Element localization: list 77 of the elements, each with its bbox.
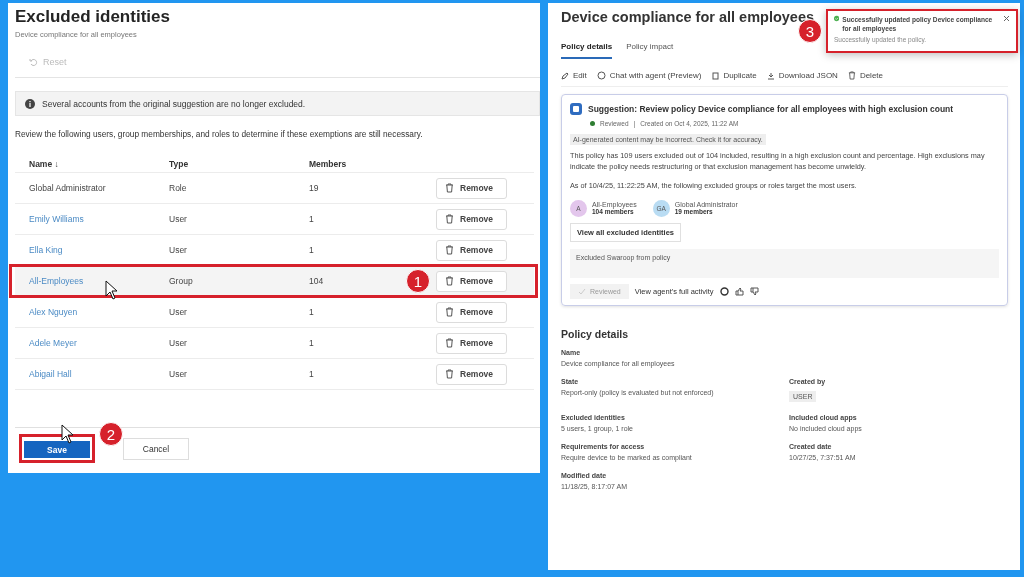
success-check-icon — [834, 15, 840, 22]
name-link[interactable]: Abigail Hall — [29, 369, 72, 379]
type-cell: User — [169, 369, 187, 379]
step-badge: 1 — [406, 269, 430, 293]
trash-icon — [445, 338, 454, 348]
remove-button[interactable]: Remove — [436, 208, 507, 230]
mouse-pointer-icon — [61, 424, 75, 444]
info-icon — [25, 98, 35, 109]
toolbar-button[interactable]: Chat with agent (Preview) — [596, 71, 702, 80]
info-message: Several accounts from the original suggestion are no longer excluded. — [42, 98, 306, 109]
type-cell: User — [169, 307, 187, 317]
suggestion-title: Suggestion: Review policy Device compliance for all employees with high exclusion count — [588, 104, 954, 114]
column-header: Members — [309, 159, 347, 169]
cancel-button[interactable]: Cancel — [123, 437, 189, 460]
trash-icon — [445, 307, 454, 317]
name-link[interactable]: Emily Williams — [29, 214, 84, 224]
remove-button[interactable]: Remove — [436, 363, 507, 385]
step-badge: 2 — [99, 422, 123, 446]
table-row[interactable]: Global Administrator Role 19 Remove — [15, 173, 534, 204]
agent-icon — [570, 103, 582, 115]
members-cell: 1 — [309, 369, 314, 379]
name-link[interactable]: Adele Meyer — [29, 338, 77, 348]
remove-button[interactable]: Remove — [436, 332, 507, 354]
close-icon[interactable] — [1003, 15, 1010, 22]
members-cell: 19 — [309, 183, 319, 193]
name-link[interactable]: All-Employees — [29, 276, 84, 286]
trash-icon — [445, 214, 454, 224]
type-cell: User — [169, 338, 187, 348]
toolbar-button[interactable]: Duplicate — [711, 71, 757, 80]
chat-icon — [596, 71, 606, 80]
trash-icon — [445, 276, 454, 286]
tab[interactable]: Policy impact — [626, 42, 674, 59]
name-link[interactable]: Alex Nguyen — [29, 307, 78, 317]
check-icon — [578, 287, 586, 295]
trash-icon — [445, 183, 454, 193]
panel-title: Excluded identities — [15, 7, 171, 27]
thumbs-down-icon[interactable] — [749, 286, 759, 296]
thumbs-up-icon[interactable] — [734, 286, 744, 296]
copy-icon — [711, 71, 720, 80]
type-cell: User — [169, 214, 187, 224]
column-header[interactable]: Name ↓ — [29, 159, 59, 169]
trash-icon — [847, 71, 856, 80]
table-row[interactable]: Ella King User 1 Remove — [15, 235, 534, 266]
instructions-text: Review the following users, group memberships, and roles to determine if these exemptions are still necessary. — [15, 129, 424, 139]
remove-button[interactable]: Remove — [436, 239, 507, 261]
table-row[interactable]: Emily Williams User 1 Remove — [15, 204, 534, 235]
members-cell: 1 — [309, 245, 314, 255]
toolbar-button[interactable]: Edit — [561, 71, 587, 80]
toolbar-button[interactable]: Delete — [847, 71, 883, 80]
trash-icon — [445, 245, 454, 255]
status-dot — [590, 121, 595, 126]
name-link[interactable]: Ella King — [29, 245, 63, 255]
remove-button[interactable]: Remove — [436, 301, 507, 323]
type-cell: Group — [169, 276, 193, 286]
undo-icon — [29, 57, 38, 67]
table-row[interactable]: Adele Meyer User 1 Remove — [15, 328, 534, 359]
members-cell: 1 — [309, 214, 314, 224]
name-cell: Global Administrator — [29, 183, 106, 193]
section-heading: Policy details — [561, 327, 630, 340]
type-cell: Role — [169, 183, 187, 193]
type-cell: User — [169, 245, 187, 255]
activity-icon[interactable] — [719, 286, 729, 296]
trash-icon — [445, 369, 454, 379]
members-cell: 1 — [309, 338, 314, 348]
remove-button[interactable]: Remove — [436, 270, 507, 292]
tab[interactable]: Policy details — [561, 42, 613, 59]
members-cell: 1 — [309, 307, 314, 317]
save-button[interactable]: Save — [24, 441, 90, 459]
table-row[interactable]: Abigail Hall User 1 Remove — [15, 359, 534, 390]
members-cell: 104 — [309, 276, 324, 286]
toolbar-button[interactable]: Download JSON — [766, 71, 838, 80]
mouse-pointer-icon — [105, 280, 119, 300]
download-icon — [766, 71, 775, 80]
column-header: Type — [169, 159, 189, 169]
remove-button[interactable]: Remove — [436, 177, 507, 199]
pencil-icon — [561, 71, 569, 80]
table-row[interactable]: Alex Nguyen User 1 Remove — [15, 297, 534, 328]
